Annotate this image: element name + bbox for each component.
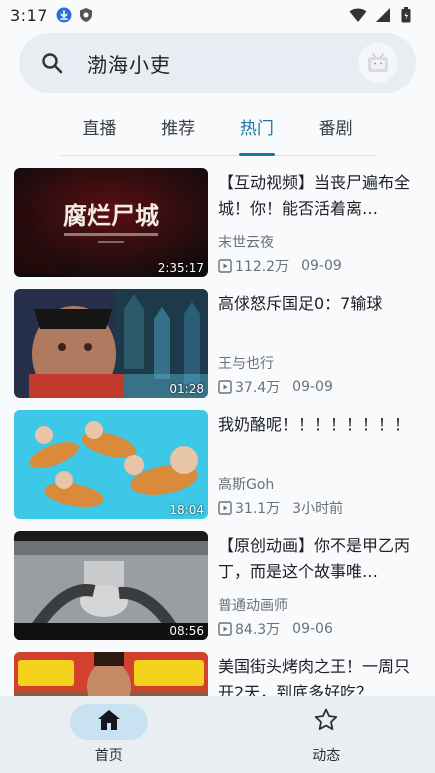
nav-home-pill[interactable] [69,704,148,740]
nav-dynamic-label: 动态 [312,748,341,764]
play-count-icon [218,259,232,273]
video-duration: 08:56 [169,624,204,638]
upload-date: 09-09 [292,379,333,395]
status-bar: 3:17 [0,0,435,30]
signal-icon [375,7,391,23]
bottom-navigation: 首页 动态 [0,696,435,773]
search-bar[interactable]: 渤海小吏 [19,33,416,93]
video-meta: 37.4万 09-09 [218,377,333,397]
nav-dynamic[interactable]: 动态 [218,696,435,773]
battery-icon [401,7,417,23]
video-title[interactable]: 高俅怒斥国足0：7输球 [218,291,418,317]
video-title[interactable]: 【互动视频】当丧尸遍布全城！你！能否活着离… [218,170,418,222]
view-count: 84.3万 [235,622,281,638]
video-item[interactable]: 美国街头烤肉之王！一周只开2天，到底多好吃？ [0,652,435,696]
video-title[interactable]: 【原创动画】你不是甲乙丙丁，而是这个故事唯… [218,533,418,585]
video-item[interactable]: 腐烂尸城 2:35:17 【互动视频】当丧尸遍布全城！你！能否活着离… 末世云夜… [0,168,435,280]
video-duration: 01:28 [169,382,204,396]
search-input[interactable]: 渤海小吏 [87,49,358,78]
video-meta: 112.2万 09-09 [218,256,342,276]
video-author[interactable]: 普通动画师 [218,595,288,615]
video-author[interactable]: 王与也行 [218,353,274,373]
play-count-icon [218,622,232,636]
avatar[interactable] [358,43,398,83]
upload-date: 09-09 [301,258,342,274]
thumbnail-title-text: 腐烂尸城 [63,201,159,230]
video-thumbnail[interactable]: 18:04 [14,410,208,519]
play-count-icon [218,380,232,394]
video-item[interactable]: 01:28 高俅怒斥国足0：7输球 王与也行 37.4万 09-09 [0,289,435,401]
upload-date: 09-06 [292,621,333,637]
status-time: 3:17 [10,5,48,25]
video-meta: 31.1万 3小时前 [218,498,343,518]
view-count: 112.2万 [235,259,290,275]
download-icon [56,7,72,23]
nav-dynamic-pill[interactable] [287,704,365,740]
home-icon[interactable] [96,708,122,736]
video-duration: 2:35:17 [157,261,204,275]
view-count: 31.1万 [235,501,281,517]
video-author[interactable]: 高斯Goh [218,474,274,494]
video-thumbnail[interactable]: 08:56 [14,531,208,640]
video-thumbnail[interactable] [14,652,208,696]
view-count: 37.4万 [235,380,281,396]
tab-hot[interactable]: 热门 [218,104,297,155]
tab-live[interactable]: 直播 [60,104,139,155]
video-title[interactable]: 我奶酪呢！！！！！！！！ [218,412,418,438]
video-title[interactable]: 美国街头烤肉之王！一周只开2天，到底多好吃？ [218,654,418,696]
nav-home-label: 首页 [94,748,123,764]
shield-icon [78,7,94,23]
tab-bangumi[interactable]: 番剧 [296,104,375,155]
video-item[interactable]: 18:04 我奶酪呢！！！！！！！！ 高斯Goh 31.1万 3小时前 [0,410,435,522]
video-author[interactable]: 末世云夜 [218,232,274,252]
star-icon[interactable] [313,707,339,737]
video-meta: 84.3万 09-06 [218,619,333,639]
play-count-icon [218,501,232,515]
video-thumbnail[interactable]: 01:28 [14,289,208,398]
upload-date: 3小时前 [292,501,344,517]
nav-home[interactable]: 首页 [0,696,218,773]
category-tabs: 直播 推荐 热门 番剧 [60,104,375,156]
wifi-icon [349,7,367,23]
search-icon[interactable] [41,52,63,74]
video-thumbnail[interactable]: 腐烂尸城 2:35:17 [14,168,208,277]
video-duration: 18:04 [169,503,204,517]
video-item[interactable]: 08:56 【原创动画】你不是甲乙丙丁，而是这个故事唯… 普通动画师 84.3万… [0,531,435,643]
tab-recommend[interactable]: 推荐 [139,104,218,155]
